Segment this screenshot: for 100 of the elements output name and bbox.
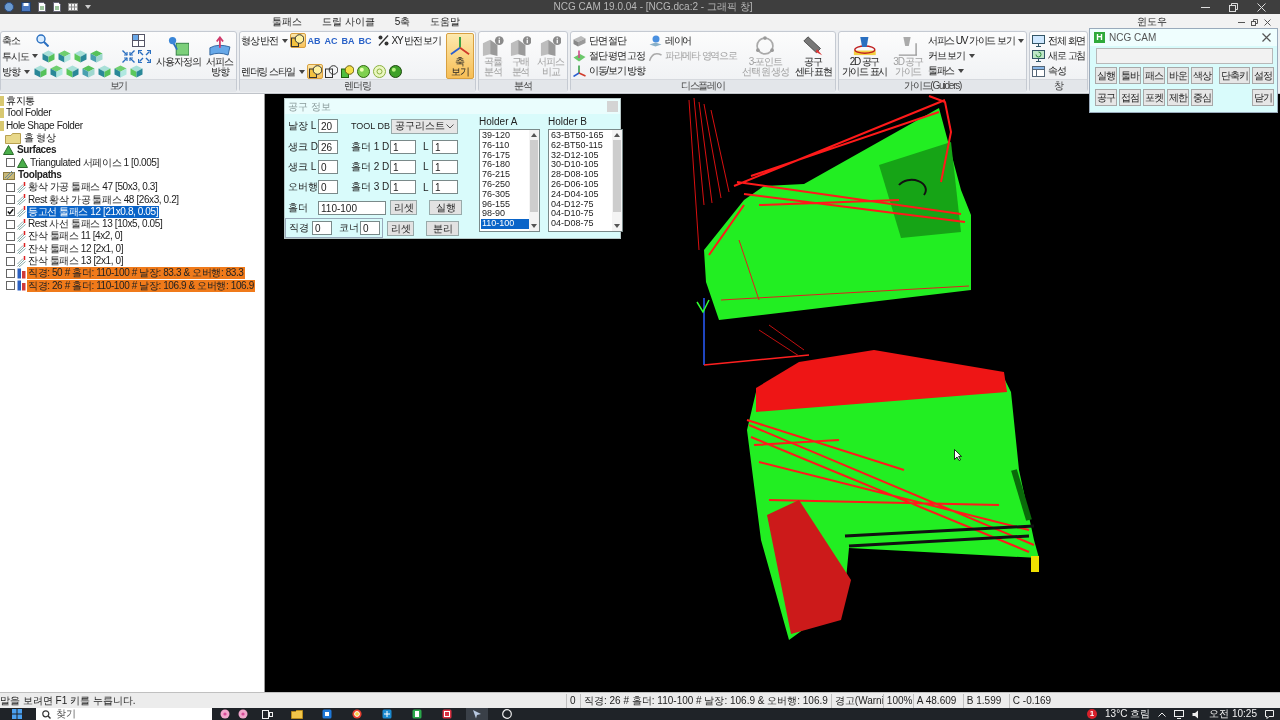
tree-item[interactable]: Surfaces <box>16 144 58 157</box>
list-item[interactable]: 32-D12-105 <box>550 150 612 161</box>
tree-item[interactable]: 직경: 26 # 홀더: 110-100 # 날장: 106.9 & 오버행: 106.9 <box>27 279 255 292</box>
dropdown-button[interactable]: 방향 <box>2 64 32 79</box>
list-item[interactable]: 76-110 <box>481 140 529 151</box>
tree-item[interactable]: 등고선 툴패스 12 [21x0.8, 0.05] <box>27 205 160 218</box>
list-item[interactable]: 24-D04-105 <box>550 189 612 200</box>
list-item[interactable]: 76-175 <box>481 150 529 161</box>
command-button[interactable]: 닫기 <box>1252 89 1274 106</box>
input-field[interactable]: 26 <box>318 139 338 154</box>
input-field[interactable]: 0 <box>360 221 380 236</box>
ribbon-tab[interactable]: 툴패스 <box>262 14 312 30</box>
checkbox[interactable] <box>6 219 15 229</box>
dropdown-button[interactable]: 커브 보기 <box>926 48 976 63</box>
dropdown-button[interactable]: 렌더링 스타일 <box>240 64 308 79</box>
input-field[interactable]: 1 <box>390 180 416 195</box>
tree-item[interactable]: 휴지통 <box>5 95 36 108</box>
command-button[interactable]: 중심 <box>1191 89 1213 106</box>
list-item[interactable]: 76-215 <box>481 170 529 180</box>
list-item[interactable]: 76-250 <box>481 180 529 190</box>
ribbon-button[interactable]: 사용자정의 <box>154 33 203 79</box>
tree-item[interactable]: 직경: 50 # 홀더: 110-100 # 날장: 83.3 & 오버행: 83.3 <box>27 267 245 280</box>
ribbon-button[interactable]: 이동/보기 방향 <box>571 63 646 78</box>
checkbox[interactable] <box>6 231 15 241</box>
reset-button[interactable]: 리셋 <box>390 200 417 216</box>
list-box[interactable]: 63-BT50-165 62-BT50-115 32-D12-105 30-D10-105 28-D08-105 26-D06-105 24-D04-105 04-D12-75 04-D10-75 04-D08-75 <box>548 129 623 232</box>
input-field[interactable]: 0 <box>318 180 338 195</box>
close-button[interactable] <box>1263 17 1272 27</box>
list-item[interactable]: 30-D10-105 <box>550 160 612 171</box>
run-button[interactable]: 실행 <box>429 200 462 216</box>
3d-viewport[interactable] <box>265 94 1280 692</box>
tree-item[interactable]: 잔삭 툴패스 12 [2x1, 0] <box>27 242 125 255</box>
command-button[interactable]: 공구 <box>1095 89 1117 106</box>
checkbox[interactable] <box>6 195 15 204</box>
scroll-thumb[interactable] <box>530 140 538 212</box>
command-button[interactable]: 툴바 <box>1119 67 1141 84</box>
input-field[interactable]: 1 <box>390 139 416 154</box>
tree-item[interactable]: Rest 황삭 가공 툴패스 48 [26x3, 0.2] <box>27 193 180 206</box>
checkbox[interactable] <box>6 182 15 192</box>
list-item[interactable]: 96-155 <box>481 199 529 210</box>
input-field[interactable]: 110-100 <box>318 200 386 215</box>
tool-db-dropdown[interactable]: 공구리스트 <box>391 118 458 134</box>
input-field[interactable]: 1 <box>432 159 458 174</box>
list-item[interactable]: 62-BT50-115 <box>550 140 612 151</box>
command-button[interactable]: 설정 <box>1252 67 1274 84</box>
tree-item[interactable]: 황삭 가공 툴패스 47 [50x3, 0.3] <box>27 181 159 194</box>
ribbon-button[interactable]: 축 보기 <box>445 33 474 79</box>
command-button[interactable]: 실행 <box>1095 67 1117 84</box>
command-button[interactable]: 포켓 <box>1143 89 1165 106</box>
command-input[interactable] <box>1096 48 1273 64</box>
ribbon-tab[interactable]: 5축 <box>384 14 421 30</box>
restore-button[interactable] <box>1250 17 1259 27</box>
list-item[interactable]: 63-BT50-165 <box>550 131 612 141</box>
list-item[interactable]: 28-D08-105 <box>550 170 612 180</box>
checkbox[interactable] <box>6 256 15 266</box>
list-item[interactable]: 76-180 <box>481 160 529 171</box>
reset-button[interactable]: 리셋 <box>387 220 414 236</box>
checkbox[interactable] <box>6 158 15 168</box>
command-button[interactable]: 접점 <box>1119 89 1141 106</box>
toolbar-button[interactable] <box>387 64 404 79</box>
ribbon-button[interactable]: 단면 절단 <box>571 33 627 48</box>
ribbon-button[interactable]: 속성 <box>1031 63 1068 78</box>
ribbon-button[interactable]: 새로 고침 <box>1031 48 1087 63</box>
scroll-thumb[interactable] <box>613 140 621 212</box>
list-item[interactable]: 04-D12-75 <box>550 199 612 210</box>
tree-item[interactable]: Hole Shape Folder <box>5 119 84 132</box>
view-button[interactable]: BC <box>356 33 374 48</box>
command-button[interactable]: 단축키 <box>1219 67 1250 84</box>
search-field[interactable]: 찾기 <box>36 708 212 720</box>
list-item[interactable]: 04-D10-75 <box>550 209 612 220</box>
split-button[interactable]: 분리 <box>426 220 459 236</box>
toolbar-button[interactable]: XY 반전 보기 <box>374 33 444 48</box>
close-button[interactable] <box>1261 32 1272 43</box>
input-field[interactable]: 1 <box>432 180 458 195</box>
checkbox[interactable] <box>6 207 15 217</box>
command-button[interactable]: 패스 <box>1143 67 1165 84</box>
list-item[interactable]: 26-D06-105 <box>550 180 612 190</box>
tree-item[interactable]: 홀 형상 <box>23 132 57 145</box>
list-item[interactable]: 04-D08-75 <box>550 219 612 229</box>
scrollbar[interactable] <box>612 130 622 231</box>
checkbox[interactable] <box>6 281 15 291</box>
dropdown-button[interactable]: 형상 반전 <box>240 33 290 48</box>
view-button[interactable]: AC <box>322 33 340 48</box>
ribbon-button[interactable]: 레이어 <box>647 33 693 48</box>
ribbon-button[interactable]: 절단 평면 고정 <box>571 48 646 63</box>
input-field[interactable]: 20 <box>318 119 338 134</box>
dropdown-button[interactable]: 툴패스 <box>926 63 966 78</box>
input-field[interactable]: 1 <box>390 159 416 174</box>
list-item[interactable]: 76-305 <box>481 189 529 200</box>
ribbon-button[interactable]: 전체 화면 <box>1031 33 1087 48</box>
view-button[interactable]: BA <box>339 33 357 48</box>
dropdown-button[interactable]: 서피스 UV 가이드 보기 <box>926 33 1026 48</box>
ribbon-tab[interactable]: 드릴 사이클 <box>312 14 385 30</box>
list-item[interactable]: 110-100 <box>481 219 529 229</box>
tree-item[interactable]: Toolpaths <box>17 168 63 181</box>
command-button[interactable]: 색상 <box>1191 67 1213 84</box>
list-item[interactable]: 98-90 <box>481 209 529 220</box>
scrollbar[interactable] <box>529 130 539 231</box>
toolbar-button[interactable] <box>339 64 356 79</box>
toolbar-button[interactable] <box>323 64 340 79</box>
